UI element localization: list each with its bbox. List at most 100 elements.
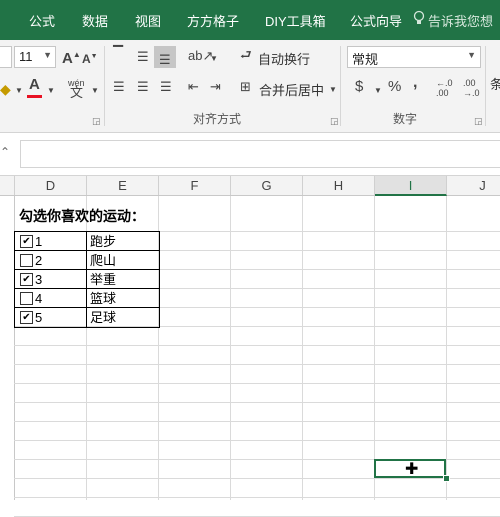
column-header-g[interactable]: G [231,176,303,195]
decrease-indent-icon[interactable]: ⇤ [188,80,199,94]
checkbox-number: 1 [35,234,43,249]
checkbox-number: 5 [35,310,43,325]
font-size-combo[interactable]: 11 ▼ [14,46,56,68]
group-separator [340,46,341,126]
alignment-group-label: 对齐方式 [193,112,242,126]
increase-decimal-icon[interactable]: ←.0 .00 [436,78,453,98]
number-group-label: 数字 [393,112,418,126]
percent-icon[interactable]: % [388,79,401,94]
sport-cell[interactable]: 举重 [90,270,156,289]
chevron-down-icon: ▼ [43,50,52,60]
chevron-down-icon[interactable]: ▼ [91,84,99,98]
checkbox-cell[interactable]: ✔ 5 [15,308,86,327]
dialog-launcher-icon[interactable]: ◲ [92,114,101,128]
sport-cell[interactable]: 跑步 [90,232,156,251]
gridline [14,497,500,498]
currency-icon[interactable]: $ [355,79,363,94]
formula-input[interactable] [20,140,500,168]
gridline [374,196,375,500]
gridline [302,196,303,500]
chevron-down-icon[interactable]: ▼ [374,84,382,98]
wrap-text-button[interactable]: 自动换行 [258,49,310,68]
unchecked-checkbox-icon[interactable] [20,292,33,305]
unchecked-checkbox-icon[interactable] [20,254,33,267]
column-header-j[interactable]: J [447,176,500,195]
formula-bar-area: ⌃ [0,133,500,176]
gridline [14,421,500,422]
chevron-down-icon[interactable]: ▼ [47,84,55,98]
checkbox-number: 3 [35,272,43,287]
align-bottom-button[interactable]: ☰ [154,46,176,68]
comma-style-icon[interactable]: , [413,75,417,91]
worksheet-grid[interactable]: 勾选你喜欢的运动： ✔ 1 跑步 2 爬山 ✔ 3 举重 4 篮球 ✔ 5 足球 ✚ [0,196,500,517]
dialog-launcher-icon[interactable]: ◲ [330,114,339,128]
column-header-h[interactable]: H [303,176,375,195]
fill-handle[interactable] [443,475,450,482]
sport-cell[interactable]: 足球 [90,308,156,327]
gridline [446,196,447,500]
ribbon-tab-bar: 公式 数据 视图 方方格子 DIY工具箱 公式向导 告诉我您想 [0,0,500,40]
align-left-icon[interactable]: ☰ [113,80,125,94]
chevron-down-icon[interactable]: ▼ [329,83,337,97]
column-header-i[interactable]: I [375,176,447,196]
chevron-down-icon[interactable]: ▼ [210,52,218,66]
gridline [14,364,500,365]
number-format-combo[interactable]: 常规 ▼ [347,46,481,68]
checkbox-cell[interactable]: ✔ 1 [15,232,86,251]
conditional-format-button[interactable]: 条 [490,74,500,93]
dialog-launcher-icon[interactable]: ◲ [474,114,483,128]
merge-center-button[interactable]: 合并后居中 [259,80,324,99]
gridline [14,345,500,346]
align-middle-icon[interactable]: ☰ [137,50,149,64]
tell-me-search[interactable]: 告诉我您想 [428,11,493,30]
column-header-f[interactable]: F [159,176,231,195]
grow-font-icon[interactable]: A▲ [62,48,81,66]
gridline [14,478,500,479]
gridline [14,440,500,441]
tab-data[interactable]: 数据 [82,11,108,30]
checked-checkbox-icon[interactable]: ✔ [20,235,33,248]
align-right-icon[interactable]: ☰ [160,80,172,94]
checked-checkbox-icon[interactable]: ✔ [20,273,33,286]
tab-formula-wizard[interactable]: 公式向导 [350,11,402,30]
checked-checkbox-icon[interactable]: ✔ [20,311,33,324]
font-color-bar [27,95,42,98]
font-name-combo[interactable] [0,46,12,68]
merge-center-icon[interactable]: ⊞ [240,80,251,94]
tab-formulas[interactable]: 公式 [29,11,55,30]
checkbox-cell[interactable]: 4 [15,289,86,308]
phonetic-guide-icon[interactable]: 文 [70,86,83,100]
align-bottom-icon: ☰ [159,52,171,67]
group-separator [104,46,105,126]
tab-fangfang-grid[interactable]: 方方格子 [187,11,239,30]
tab-view[interactable]: 视图 [135,11,161,30]
checkbox-cell[interactable]: ✔ 3 [15,270,86,289]
column-header-e[interactable]: E [87,176,159,195]
checkbox-number: 4 [35,291,43,306]
shrink-font-icon[interactable]: A▼ [82,50,98,66]
home-ribbon: 11 ▼ A▲ A▼ ◆ ▼ A ▼ wén 文 ▼ ◲ ▔ ☰ ☰ ab↗ ▼… [0,40,500,133]
gridline [14,402,500,403]
align-top-icon[interactable]: ▔ [113,46,123,60]
name-box-edge[interactable]: ⌃ [0,145,10,159]
tab-diy-toolbox[interactable]: DIY工具箱 [265,11,326,30]
column-header-row: D E F G H I J [0,176,500,196]
font-color-icon[interactable]: A [29,77,40,92]
row-header-corner[interactable] [0,176,15,195]
align-center-icon[interactable]: ☰ [137,80,149,94]
checkbox-cell[interactable]: 2 [15,251,86,270]
group-separator [485,46,486,126]
cell-cursor-icon: ✚ [405,461,419,478]
sport-cell[interactable]: 篮球 [90,289,156,308]
wrap-text-icon[interactable]: ⮐ [240,48,252,62]
column-header-d[interactable]: D [15,176,87,195]
gridline [14,383,500,384]
fill-color-icon[interactable]: ◆ [0,82,11,96]
lightbulb-icon [413,10,425,29]
sheet-title-cell[interactable]: 勾选你喜欢的运动： [19,206,145,226]
chevron-down-icon[interactable]: ▼ [15,84,23,98]
decrease-decimal-icon[interactable]: .00 →.0 [463,78,480,98]
sport-cell[interactable]: 爬山 [90,251,156,270]
increase-indent-icon[interactable]: ⇥ [210,80,221,94]
number-format-value: 常规 [352,52,379,67]
